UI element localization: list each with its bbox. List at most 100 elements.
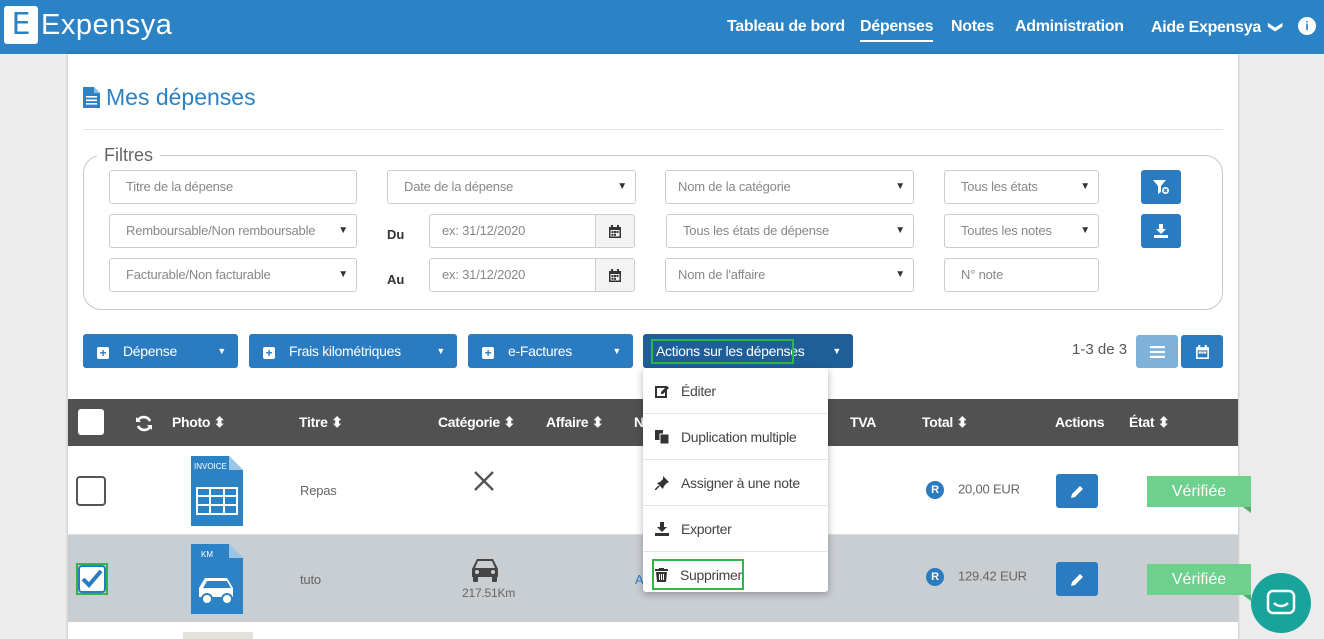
menu-item-edit[interactable]: Éditer: [643, 368, 828, 414]
pin-icon: [655, 475, 669, 490]
calendar-icon: [1195, 344, 1209, 359]
column-state[interactable]: État ⬍: [1129, 399, 1170, 446]
filter-reset-button[interactable]: [1141, 170, 1181, 204]
column-category[interactable]: Catégorie ⬍: [438, 399, 515, 446]
add-expense-button[interactable]: + Dépense ▼: [83, 334, 238, 368]
menu-item-duplicate[interactable]: Duplication multiple: [643, 414, 828, 460]
table-row[interactable]: [68, 622, 1238, 639]
column-business[interactable]: Affaire ⬍: [546, 399, 604, 446]
einvoices-label: e-Factures: [508, 343, 572, 359]
column-total-label: Total: [922, 414, 953, 430]
column-photo[interactable]: Photo ⬍: [172, 399, 225, 446]
from-label: Du: [387, 227, 405, 242]
row-distance: 217.51Km: [462, 586, 516, 600]
edit-expense-button[interactable]: [1056, 562, 1098, 596]
edit-expense-button[interactable]: [1056, 474, 1098, 508]
calendar-icon[interactable]: [595, 259, 634, 291]
category-select[interactable]: Nom de la catégorie ▼: [665, 170, 914, 204]
caret-down-icon: ▼: [617, 181, 627, 192]
utensils-icon: [474, 471, 494, 491]
add-expense-label: Dépense: [123, 343, 177, 359]
chat-launcher[interactable]: [1251, 573, 1311, 633]
info-icon[interactable]: i: [1298, 17, 1316, 35]
states-value: Tous les états: [961, 179, 1038, 194]
calendar-icon[interactable]: [595, 215, 634, 247]
to-label: Au: [387, 272, 405, 287]
nav-expenses[interactable]: Dépenses: [860, 0, 934, 54]
reimbursable-value: Remboursable/Non remboursable: [126, 223, 316, 238]
billable-value: Facturable/Non facturable: [126, 267, 271, 282]
from-date-input[interactable]: ex: 31/12/2020: [429, 214, 635, 248]
calendar-view-button[interactable]: [1181, 335, 1223, 368]
brand-logo[interactable]: E Expensya: [4, 6, 172, 44]
row-checkbox[interactable]: [78, 565, 106, 593]
column-business-label: Affaire: [546, 414, 589, 430]
title-filter-input[interactable]: Titre de la dépense: [109, 170, 357, 204]
nav-help[interactable]: Aide Expensya ❯: [1151, 0, 1285, 54]
reimbursable-select[interactable]: Remboursable/Non remboursable ▼: [109, 214, 357, 248]
column-state-label: État: [1129, 414, 1155, 430]
column-total[interactable]: Total ⬍: [922, 399, 968, 446]
menu-item-label: Exporter: [681, 520, 732, 537]
select-all-checkbox[interactable]: [78, 409, 104, 435]
expense-states-select[interactable]: Tous les états de dépense ▼: [666, 214, 914, 248]
add-mileage-button[interactable]: + Frais kilométriques ▼: [249, 334, 457, 368]
caret-down-icon: ▼: [895, 181, 905, 192]
document-icon: [83, 87, 100, 108]
billable-select[interactable]: Facturable/Non facturable ▼: [109, 258, 357, 292]
nav-notes[interactable]: Notes: [951, 0, 994, 54]
sort-icon: ⬍: [956, 414, 969, 430]
list-view-button[interactable]: [1136, 335, 1178, 368]
column-title-label: Titre: [299, 414, 328, 430]
menu-item-label: Duplication multiple: [681, 428, 797, 445]
filters-legend: Filtres: [97, 145, 160, 166]
row-title: Repas: [300, 483, 337, 498]
invoice-receipt-icon[interactable]: INVOICE: [191, 456, 243, 526]
filter-icon: [1153, 180, 1169, 194]
mileage-receipt-icon[interactable]: KM: [191, 544, 243, 614]
row-checkbox[interactable]: [76, 476, 106, 506]
column-category-label: Catégorie: [438, 414, 500, 430]
note-number-input[interactable]: N° note: [944, 258, 1099, 292]
plus-icon: +: [263, 347, 275, 359]
states-select[interactable]: Tous les états ▼: [944, 170, 1099, 204]
refresh-icon[interactable]: [135, 415, 153, 432]
caret-down-icon: ▼: [612, 346, 621, 356]
row-title: tuto: [300, 572, 321, 587]
caret-down-icon: ▼: [338, 269, 348, 280]
pencil-icon: [1070, 485, 1083, 498]
expense-states-value: Tous les états de dépense: [683, 223, 830, 238]
thumb-label: KM: [201, 550, 213, 559]
reimbursable-icon: R: [926, 481, 944, 499]
menu-item-assign-note[interactable]: Assigner à une note: [643, 460, 828, 506]
receipt-thumbnail[interactable]: [183, 632, 253, 639]
plus-icon: +: [97, 347, 109, 359]
to-date-input[interactable]: ex: 31/12/2020: [429, 258, 635, 292]
edit-icon: [655, 385, 669, 398]
to-date-placeholder: ex: 31/12/2020: [442, 267, 526, 282]
caret-down-icon: ▼: [217, 346, 226, 356]
logo-mark: E: [4, 6, 38, 44]
nav-dashboard[interactable]: Tableau de bord: [727, 0, 845, 54]
business-select[interactable]: Nom de l'affaire ▼: [665, 258, 914, 292]
pagination-count: 1-3 de 3: [1072, 341, 1128, 358]
caret-down-icon: ▼: [1080, 225, 1090, 236]
category-value: Nom de la catégorie: [678, 179, 791, 194]
caret-down-icon: ▼: [895, 225, 905, 236]
sort-icon: ⬍: [331, 414, 343, 430]
notes-select[interactable]: Toutes les notes ▼: [944, 214, 1099, 248]
export-filters-button[interactable]: [1141, 214, 1181, 248]
pencil-icon: [1070, 573, 1083, 586]
column-vat: TVA: [850, 414, 877, 430]
column-title[interactable]: Titre ⬍: [299, 399, 343, 446]
caret-down-icon: ▼: [895, 269, 905, 280]
menu-item-export[interactable]: Exporter: [643, 506, 828, 552]
notes-value: Toutes les notes: [961, 223, 1052, 238]
business-value: Nom de l'affaire: [678, 267, 766, 282]
nav-administration[interactable]: Administration: [1015, 0, 1124, 54]
date-type-select[interactable]: Date de la dépense ▼: [387, 170, 636, 204]
einvoices-button[interactable]: + e-Factures ▼: [468, 334, 633, 368]
nav-help-label: Aide Expensya: [1151, 19, 1261, 36]
divider: [83, 129, 1223, 130]
car-icon: [472, 559, 498, 582]
